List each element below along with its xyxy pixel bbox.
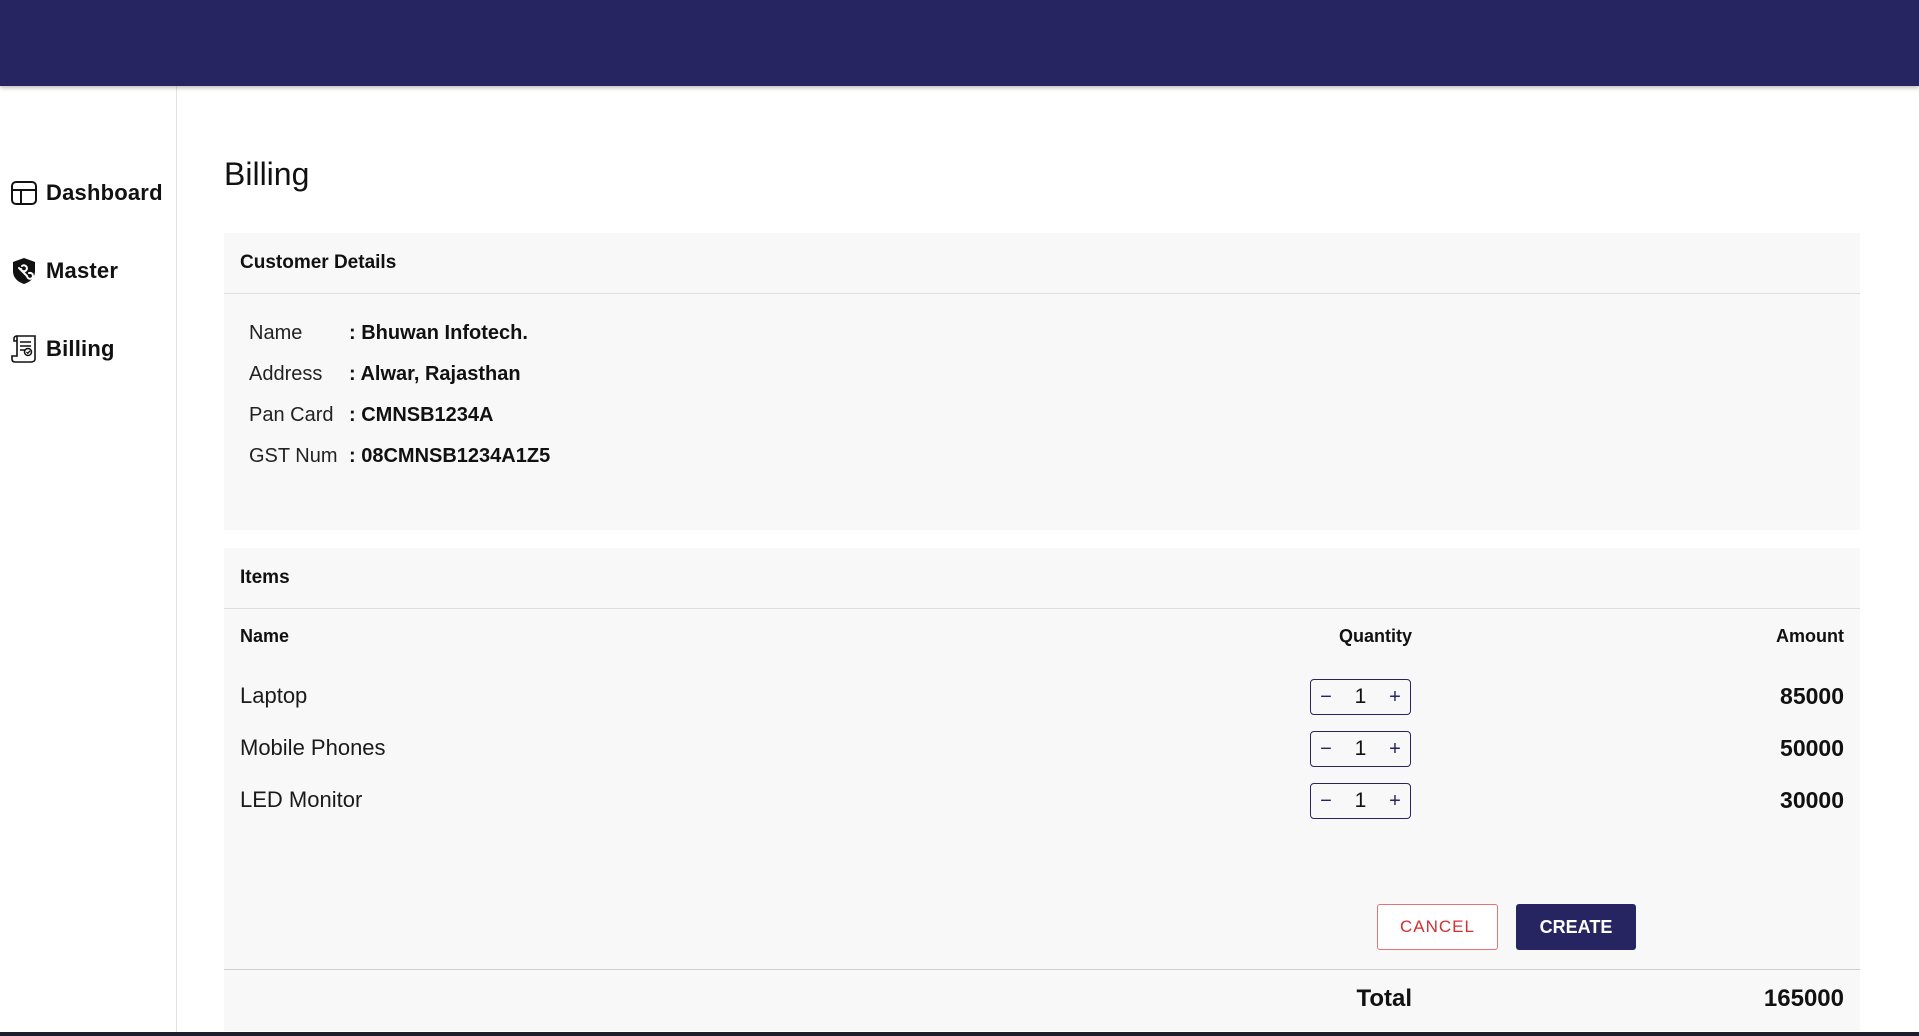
customer-details-card: Customer Details Name : Bhuwan Infotech.…: [224, 233, 1860, 530]
sidebar-item-dashboard[interactable]: Dashboard: [8, 173, 163, 213]
item-amount: 85000: [1780, 683, 1844, 709]
sidebar-item-master[interactable]: Master: [8, 251, 118, 291]
detail-label: Pan Card: [249, 403, 334, 426]
increment-button[interactable]: +: [1380, 680, 1410, 714]
detail-value: : 08CMNSB1234A1Z5: [349, 444, 551, 467]
total-divider: [224, 969, 1860, 970]
sidebar: Dashboard Master Billing: [0, 86, 177, 1036]
sidebar-item-billing[interactable]: Billing: [8, 329, 115, 369]
quantity-value[interactable]: 1: [1346, 789, 1376, 813]
page-title: Billing: [224, 156, 310, 192]
item-amount: 30000: [1780, 787, 1844, 813]
detail-label: Address: [249, 362, 323, 385]
detail-value: : Alwar, Rajasthan: [349, 362, 521, 385]
item-name: Mobile Phones: [240, 735, 386, 760]
quantity-stepper: − 1 +: [1310, 679, 1411, 715]
increment-button[interactable]: +: [1380, 732, 1410, 766]
top-app-bar: [0, 0, 1919, 86]
customer-address-row: Address : Alwar, Rajasthan: [249, 359, 521, 389]
items-card: Items Name Quantity Amount Laptop − 1 + …: [224, 548, 1860, 1031]
total-label: Total: [1356, 985, 1412, 1012]
item-amount: 50000: [1780, 735, 1844, 761]
create-button[interactable]: CREATE: [1516, 904, 1636, 950]
sidebar-item-label: Billing: [46, 336, 115, 361]
customer-pan-row: Pan Card : CMNSB1234A: [249, 400, 493, 430]
quantity-value[interactable]: 1: [1346, 737, 1376, 761]
detail-label: Name: [249, 321, 303, 344]
quantity-stepper: − 1 +: [1310, 731, 1411, 767]
invoice-icon: [8, 333, 40, 365]
decrement-button[interactable]: −: [1311, 732, 1341, 766]
item-name: LED Monitor: [240, 787, 363, 812]
quantity-value[interactable]: 1: [1346, 685, 1376, 709]
column-header-name: Name: [240, 626, 290, 646]
quantity-stepper: − 1 +: [1310, 783, 1411, 819]
cancel-button[interactable]: CANCEL: [1377, 904, 1498, 950]
item-name: Laptop: [240, 683, 308, 708]
items-header: Items: [224, 548, 1860, 609]
sidebar-item-label: Master: [46, 258, 119, 283]
customer-gst-row: GST Num : 08CMNSB1234A1Z5: [249, 441, 550, 471]
detail-value: : CMNSB1234A: [349, 403, 494, 426]
decrement-button[interactable]: −: [1311, 784, 1341, 818]
detail-value: : Bhuwan Infotech.: [349, 321, 528, 344]
column-header-quantity: Quantity: [1338, 626, 1412, 646]
total-value: 165000: [1763, 985, 1844, 1012]
customer-details-header: Customer Details: [224, 233, 1860, 294]
shield-icon: [8, 255, 40, 287]
bottom-border: [0, 1032, 1919, 1036]
sidebar-item-label: Dashboard: [46, 180, 163, 205]
detail-label: GST Num: [249, 444, 338, 467]
increment-button[interactable]: +: [1380, 784, 1410, 818]
dashboard-icon: [8, 177, 40, 209]
column-header-amount: Amount: [1776, 626, 1844, 646]
decrement-button[interactable]: −: [1311, 680, 1341, 714]
customer-name-row: Name : Bhuwan Infotech.: [249, 318, 528, 348]
